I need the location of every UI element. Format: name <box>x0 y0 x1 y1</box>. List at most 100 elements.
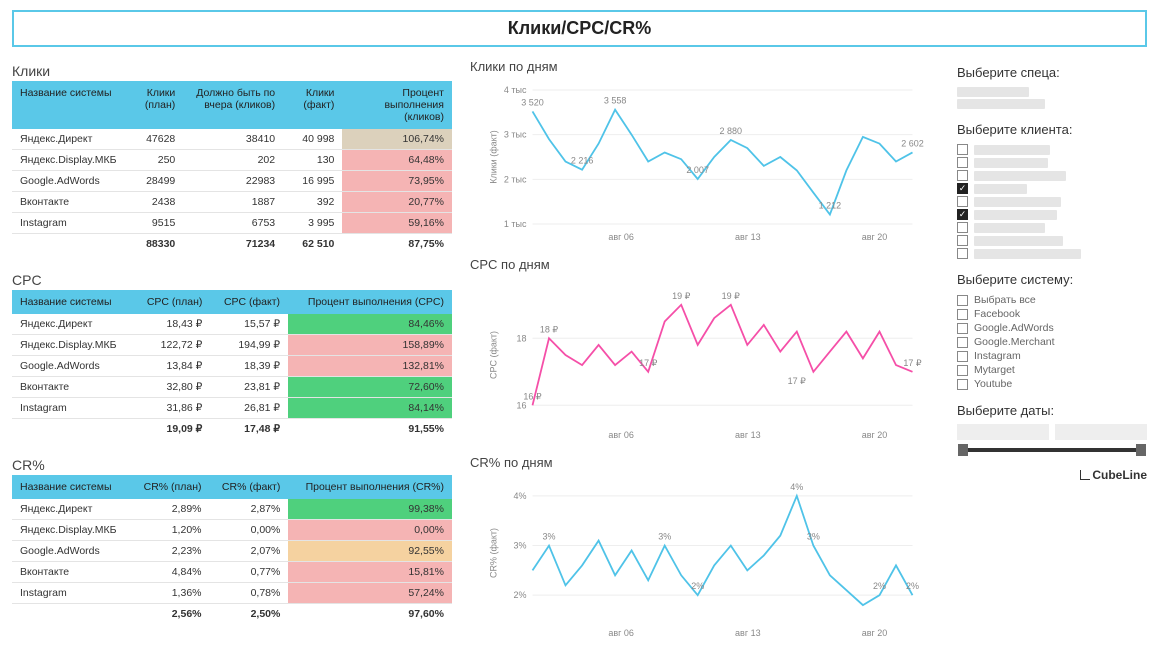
checkbox-icon[interactable]: ✓ <box>957 183 968 194</box>
svg-text:CR% (факт): CR% (факт) <box>489 528 499 578</box>
table-row[interactable]: Вконтакте32,80 ₽23,81 ₽72,60% <box>12 377 452 398</box>
column-header[interactable]: Процент выполнения (CPC) <box>288 290 452 314</box>
checkbox-icon[interactable] <box>957 365 968 376</box>
column-header[interactable]: CR% (план) <box>131 475 209 499</box>
filter-system-item[interactable]: Mytarget <box>957 363 1147 377</box>
filter-client-item[interactable] <box>957 221 1147 234</box>
checkbox-icon[interactable] <box>957 337 968 348</box>
column-header[interactable]: Название системы <box>12 475 131 499</box>
chart-line <box>533 305 913 406</box>
table-row[interactable]: Google.AdWords284992298316 99573,95% <box>12 171 452 192</box>
filter-item-label: Instagram <box>974 350 1021 362</box>
svg-text:1 тыс: 1 тыс <box>504 219 527 229</box>
filter-system-item[interactable]: Google.AdWords <box>957 321 1147 335</box>
line-chart[interactable]: 1 тыс2 тыс3 тыс4 тысавг 06авг 13авг 20Кл… <box>470 76 939 246</box>
table-row[interactable]: Instagram31,86 ₽26,81 ₽84,14% <box>12 398 452 419</box>
checkbox-icon[interactable] <box>957 196 968 207</box>
column-header[interactable]: Процент выполнения (CR%) <box>288 475 452 499</box>
svg-text:авг 13: авг 13 <box>735 628 761 638</box>
filter-system-item[interactable]: Google.Merchant <box>957 335 1147 349</box>
svg-text:4 тыс: 4 тыс <box>504 85 527 95</box>
line-chart[interactable]: 2%3%4%авг 06авг 13авг 20CR% (факт)3%3%2%… <box>470 472 939 642</box>
filter-dates-title: Выберите даты: <box>957 403 1147 418</box>
table-row[interactable]: Google.AdWords2,23%2,07%92,55% <box>12 541 452 562</box>
table-row[interactable]: Google.AdWords13,84 ₽18,39 ₽132,81% <box>12 356 452 377</box>
filter-client-item[interactable] <box>957 234 1147 247</box>
svg-text:авг 06: авг 06 <box>608 430 634 440</box>
table-row[interactable]: Вконтакте2438188739220,77% <box>12 192 452 213</box>
svg-text:19 ₽: 19 ₽ <box>672 291 691 301</box>
column-header[interactable]: Должно быть по вчера (кликов) <box>183 81 283 129</box>
svg-text:авг 20: авг 20 <box>862 628 888 638</box>
column-header[interactable]: CR% (факт) <box>210 475 289 499</box>
filter-client-item[interactable] <box>957 143 1147 156</box>
checkbox-icon[interactable]: ✓ <box>957 209 968 220</box>
svg-text:3 558: 3 558 <box>604 96 627 106</box>
table-row[interactable]: Instagram1,36%0,78%57,24% <box>12 583 452 604</box>
chart-title: CR% по дням <box>470 455 939 470</box>
table-row[interactable]: Яндекс.Директ476283841040 998106,74% <box>12 129 452 150</box>
table-row[interactable]: Яндекс.Директ2,89%2,87%99,38% <box>12 499 452 520</box>
line-chart[interactable]: 1618авг 06авг 13авг 20CPC (факт)16 ₽18 ₽… <box>470 274 939 444</box>
checkbox-icon[interactable] <box>957 235 968 246</box>
column-header[interactable]: Процент выполнения (кликов) <box>342 81 452 129</box>
filter-item-redacted[interactable] <box>957 86 1147 98</box>
filter-client-item[interactable] <box>957 156 1147 169</box>
checkbox-icon[interactable] <box>957 295 968 306</box>
filter-system-item[interactable]: Выбрать все <box>957 293 1147 307</box>
checkbox-icon[interactable] <box>957 309 968 320</box>
svg-text:2 216: 2 216 <box>571 156 594 166</box>
svg-text:авг 20: авг 20 <box>862 232 888 242</box>
table-row[interactable]: Instagram951567533 99559,16% <box>12 213 452 234</box>
checkbox-icon[interactable] <box>957 379 968 390</box>
date-range-slider[interactable] <box>961 448 1143 452</box>
column-header[interactable]: Название системы <box>12 290 133 314</box>
filter-system-item[interactable]: Instagram <box>957 349 1147 363</box>
svg-text:2 007: 2 007 <box>686 165 709 175</box>
checkbox-icon[interactable] <box>957 323 968 334</box>
filter-item-label: Google.AdWords <box>974 322 1054 334</box>
table-row[interactable]: Яндекс.Display.МКБ25020213064,48% <box>12 150 452 171</box>
svg-text:3%: 3% <box>542 532 555 542</box>
column-header[interactable]: Клики (факт) <box>283 81 342 129</box>
svg-text:авг 06: авг 06 <box>608 232 634 242</box>
svg-text:3%: 3% <box>513 541 526 551</box>
data-table: Название системыCPC (план)CPC (факт)Проц… <box>12 290 452 439</box>
filter-client-item[interactable]: ✓ <box>957 208 1147 221</box>
checkbox-icon[interactable] <box>957 144 968 155</box>
filter-system-item[interactable]: Youtube <box>957 377 1147 391</box>
column-header[interactable]: Клики (план) <box>125 81 184 129</box>
table-title: CPC <box>12 272 452 288</box>
checkbox-icon[interactable] <box>957 248 968 259</box>
svg-text:19 ₽: 19 ₽ <box>722 291 741 301</box>
table-row[interactable]: Яндекс.Директ18,43 ₽15,57 ₽84,46% <box>12 314 452 335</box>
checkbox-icon[interactable] <box>957 222 968 233</box>
filter-client-title: Выберите клиента: <box>957 122 1147 137</box>
table-row[interactable]: Яндекс.Display.МКБ122,72 ₽194,99 ₽158,89… <box>12 335 452 356</box>
table-row[interactable]: Яндекс.Display.МКБ1,20%0,00%0,00% <box>12 520 452 541</box>
column-header[interactable]: Название системы <box>12 81 125 129</box>
filter-system-item[interactable]: Facebook <box>957 307 1147 321</box>
svg-text:16: 16 <box>516 400 526 410</box>
table-total-row: 19,09 ₽17,48 ₽91,55% <box>12 419 452 440</box>
filter-spec-title: Выберите спеца: <box>957 65 1147 80</box>
svg-text:17 ₽: 17 ₽ <box>903 358 922 368</box>
table-title: Клики <box>12 63 452 79</box>
filter-client-item[interactable] <box>957 247 1147 260</box>
svg-text:3%: 3% <box>807 532 820 542</box>
tables-column: КликиНазвание системыКлики (план)Должно … <box>12 59 452 653</box>
column-header[interactable]: CPC (факт) <box>210 290 288 314</box>
checkbox-icon[interactable] <box>957 170 968 181</box>
svg-text:18 ₽: 18 ₽ <box>540 324 559 334</box>
checkbox-icon[interactable] <box>957 351 968 362</box>
filter-client-item[interactable] <box>957 169 1147 182</box>
table-title: CR% <box>12 457 452 473</box>
table-row[interactable]: Вконтакте4,84%0,77%15,81% <box>12 562 452 583</box>
filter-item-redacted[interactable] <box>957 98 1147 110</box>
filter-client-item[interactable] <box>957 195 1147 208</box>
checkbox-icon[interactable] <box>957 157 968 168</box>
column-header[interactable]: CPC (план) <box>133 290 210 314</box>
filter-client-item[interactable]: ✓ <box>957 182 1147 195</box>
svg-text:CPC (факт): CPC (факт) <box>489 331 499 379</box>
date-range-inputs[interactable] <box>957 424 1147 440</box>
